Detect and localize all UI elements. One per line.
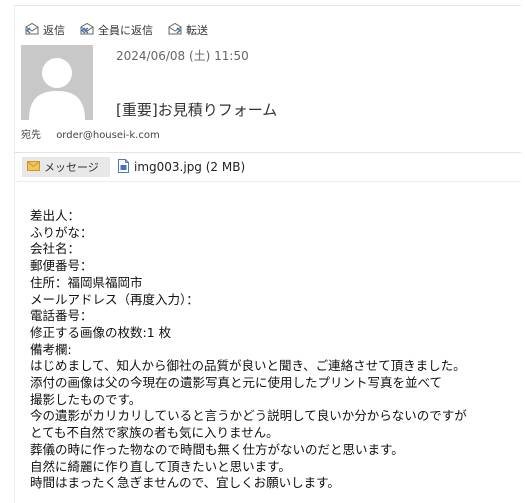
reply-button[interactable]: 返信 bbox=[24, 22, 65, 38]
body-line: とても不自然で家族の者も気に入りません。 bbox=[30, 425, 279, 441]
body-line: 差出人： bbox=[30, 208, 81, 223]
body-line: ふりがな： bbox=[30, 224, 93, 240]
mail-subject: [重要]お見積りフォーム bbox=[116, 101, 278, 119]
body-line: 葬儀の時に作った物なので時間も無く仕方がないのだと思います。 bbox=[30, 441, 404, 457]
action-toolbar: 返信 全員に返信 転送 bbox=[24, 22, 222, 38]
forward-button[interactable]: 転送 bbox=[167, 22, 208, 38]
body-divider bbox=[14, 181, 521, 182]
to-label: 宛先 bbox=[21, 130, 41, 141]
body-line: 時間はまったく急ぎませんので、宜しくお願いします。 bbox=[30, 475, 340, 491]
reply-all-icon bbox=[79, 22, 98, 38]
body-line: 自然に綺麗に作り直して頂きたいと思います。 bbox=[30, 458, 291, 474]
mail-body: 差出人： ふりがな： 会社名： 郵便番号： 住所：福岡県福岡市 メールアドレス（… bbox=[30, 208, 522, 492]
to-address[interactable]: order@housei-k.com bbox=[56, 130, 160, 141]
reply-icon bbox=[24, 22, 43, 38]
avatar bbox=[21, 45, 93, 120]
body-line: 郵便番号： bbox=[30, 258, 93, 274]
tab-attachment-label: img003.jpg (2 MB) bbox=[134, 160, 246, 174]
top-divider bbox=[14, 5, 521, 6]
tab-message-label: メッセージ bbox=[44, 161, 99, 174]
forward-icon bbox=[167, 22, 186, 38]
tab-attachment[interactable]: img003.jpg (2 MB) bbox=[118, 157, 245, 177]
body-line: 今の遺影がカリカリしていると言うかどう説明して良いか分からないのですが bbox=[30, 408, 467, 424]
reply-label: 返信 bbox=[43, 24, 65, 37]
body-line: 撮影したものです。 bbox=[30, 391, 142, 407]
envelope-icon bbox=[22, 160, 44, 174]
body-line: メールアドレス（再度入力）： bbox=[30, 291, 199, 307]
body-line: 修正する画像の枚数:1 枚 bbox=[30, 324, 172, 340]
image-file-icon bbox=[118, 158, 134, 176]
body-line: 備考欄: bbox=[30, 341, 72, 357]
reply-all-button[interactable]: 全員に返信 bbox=[79, 22, 153, 38]
tabs-divider bbox=[14, 152, 521, 153]
forward-label: 転送 bbox=[186, 24, 208, 37]
left-border bbox=[14, 5, 15, 503]
reply-all-label: 全員に返信 bbox=[98, 24, 153, 37]
body-line: はじめまして、知人から御社の品質が良いと聞き、ご連絡させて頂きました。 bbox=[30, 358, 466, 374]
body-line: 添付の画像は父の今現在の遺影写真と元に使用したプリント写真を並べて bbox=[30, 375, 443, 391]
recipient-line: 宛先 order@housei-k.com bbox=[21, 126, 160, 141]
body-line: 住所：福岡県福岡市 bbox=[30, 274, 143, 290]
tab-message[interactable]: メッセージ bbox=[22, 157, 110, 177]
body-line: 会社名： bbox=[30, 241, 81, 257]
body-line: 電話番号： bbox=[30, 308, 93, 324]
mail-date: 2024/06/08 (土) 11:50 bbox=[116, 49, 249, 63]
